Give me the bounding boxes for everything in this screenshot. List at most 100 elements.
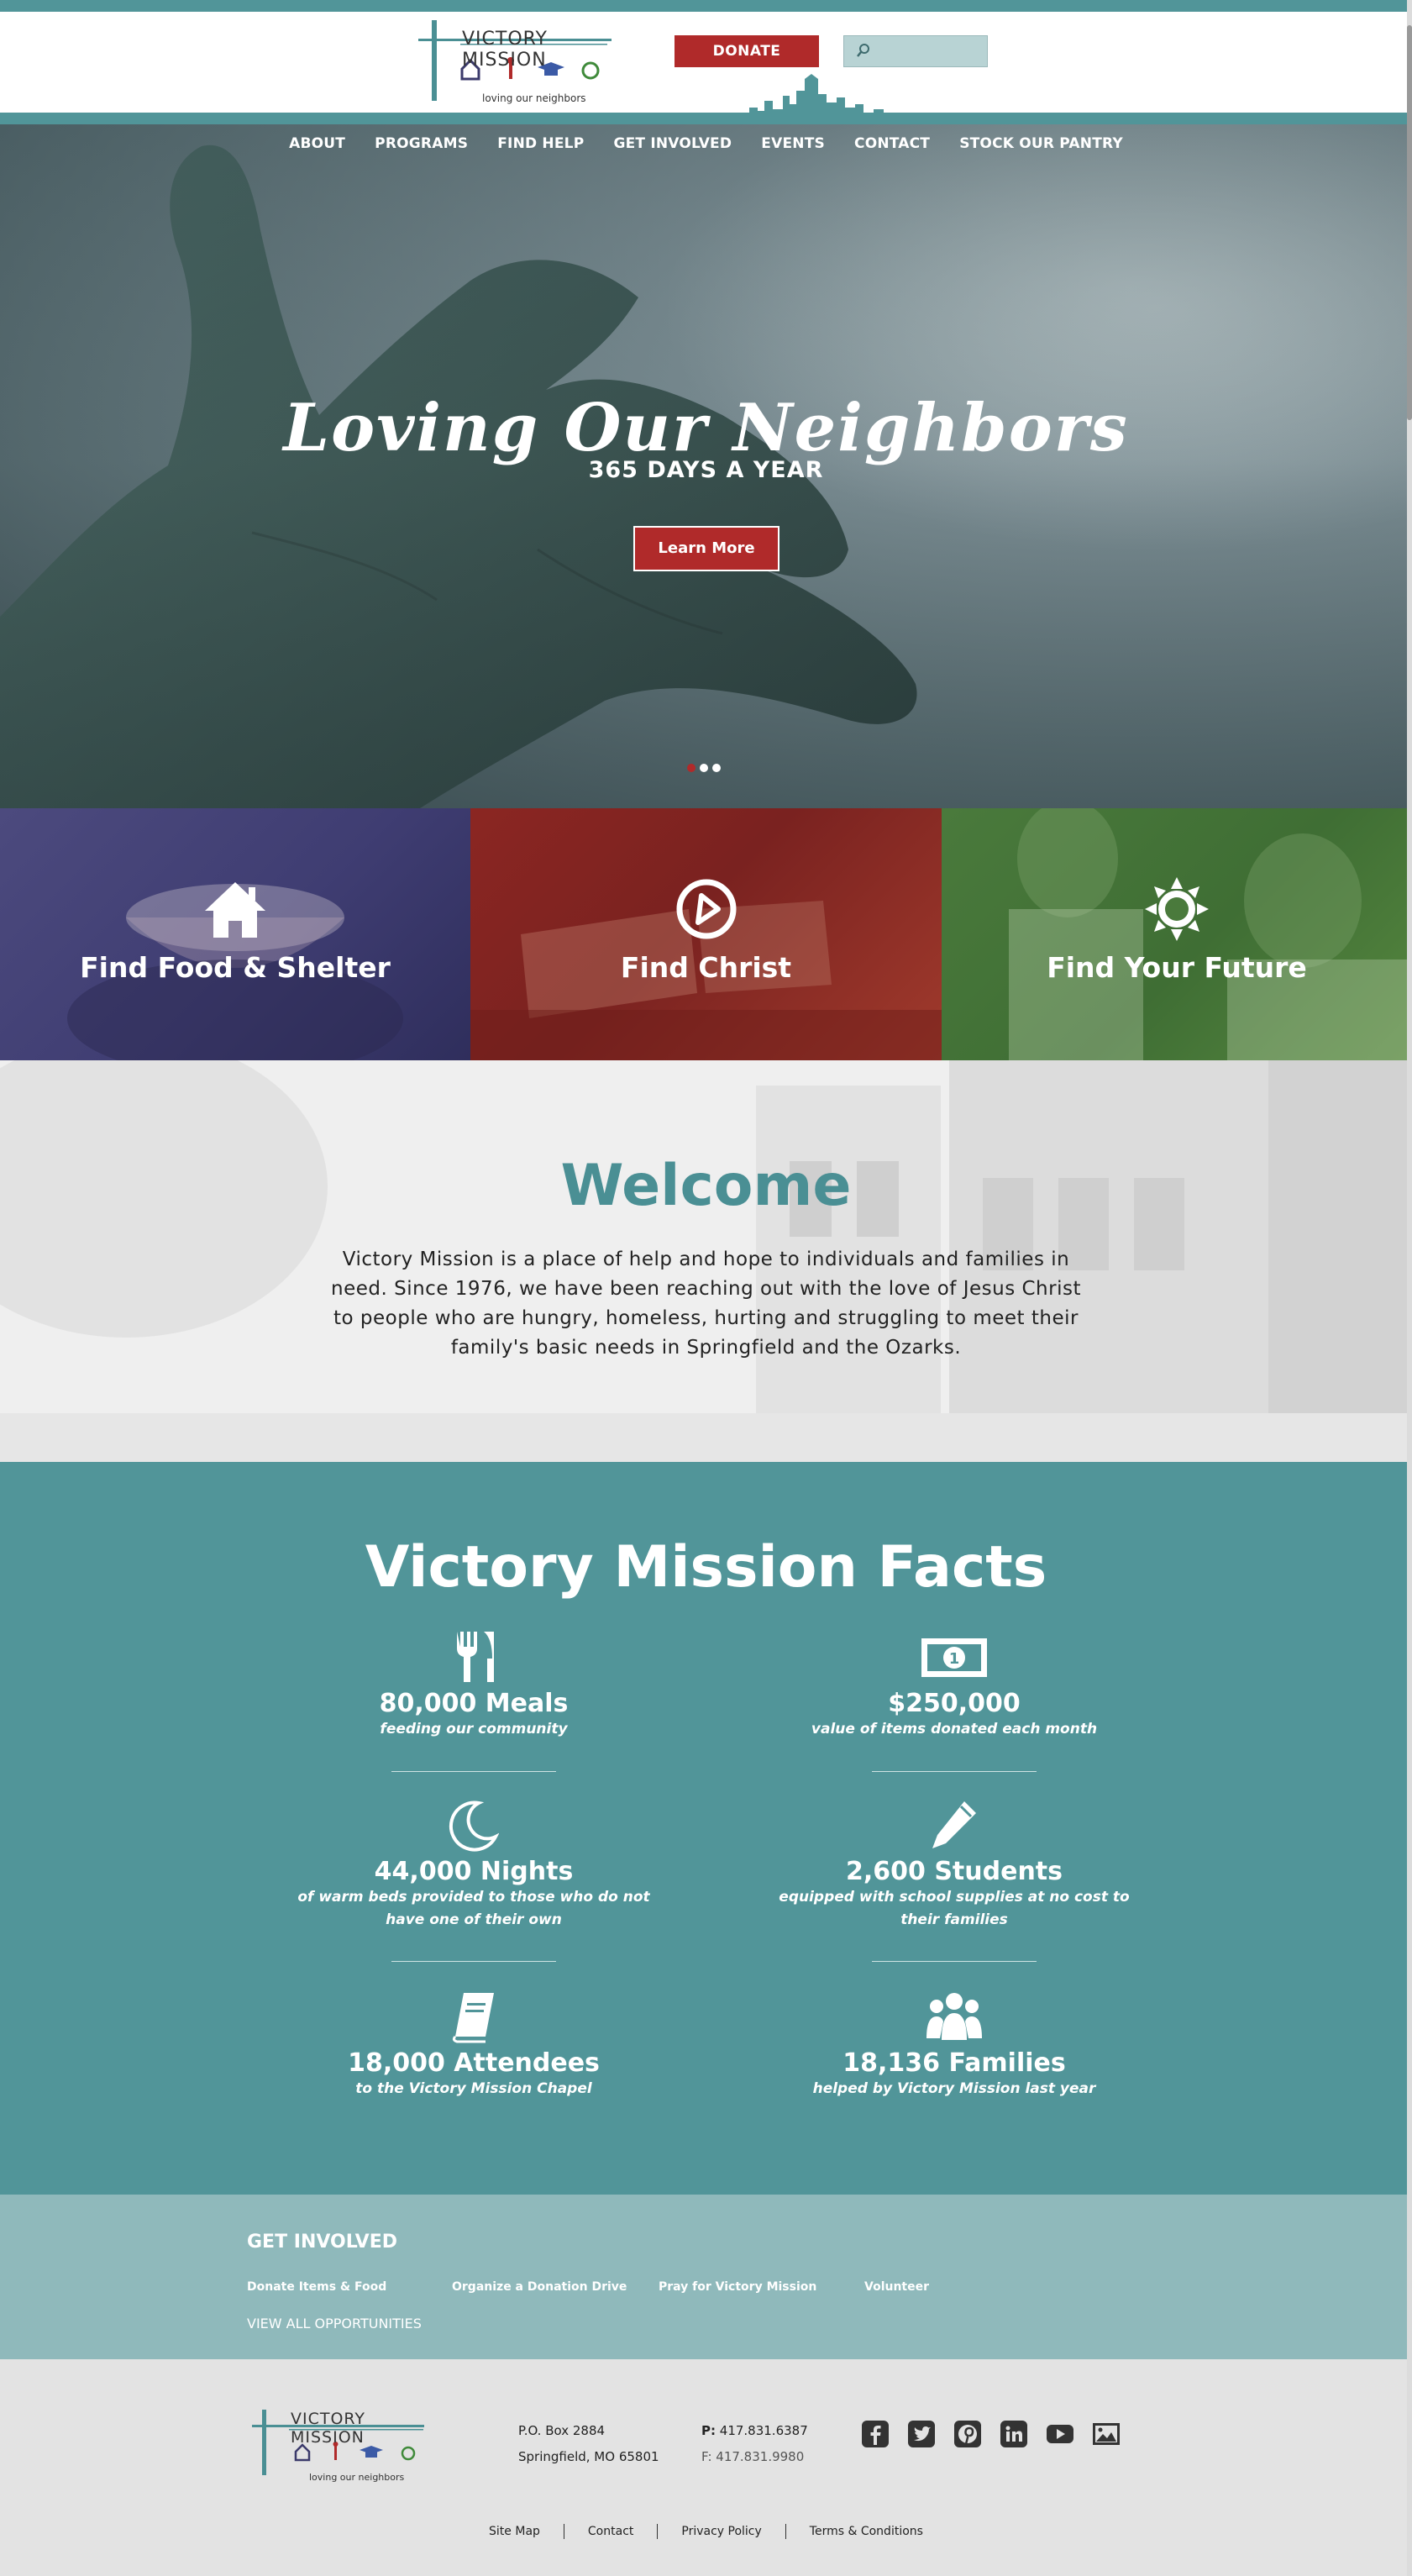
slider-dots (687, 760, 737, 772)
linkedin-icon[interactable] (1000, 2420, 1028, 2448)
pencil-icon (932, 1801, 976, 1848)
feature-tiles: Find Food & Shelter Find Christ Find You… (0, 808, 1412, 1060)
fork-knife-icon (457, 1632, 494, 1682)
fact-number: 80,000 Meals (379, 1689, 569, 1718)
tile-label: Find Your Future (1047, 951, 1307, 984)
fact-divider (391, 1961, 556, 1962)
fact-attendees: 18,000 Attendees to the Victory Mission … (297, 1990, 650, 2100)
tile-find-your-future[interactable]: Find Your Future (942, 808, 1412, 1060)
fact-description: helped by Victory Mission last year (812, 2080, 1096, 2097)
footer-link-contact[interactable]: Contact (564, 2525, 657, 2538)
top-accent-bar (0, 0, 1412, 12)
footer-links: Site Map Contact Privacy Policy Terms & Con… (0, 2524, 1412, 2539)
get-involved-title: GET INVOLVED (247, 2232, 397, 2253)
view-all-opportunities-link[interactable]: VIEW ALL OPPORTUNITIES (247, 2316, 422, 2332)
facts-section: Victory Mission Facts 80,000 Meals feedi… (0, 1462, 1412, 2195)
slider-dot-3[interactable] (712, 764, 721, 772)
fact-divider (872, 1961, 1037, 1962)
link-volunteer[interactable]: Volunteer (864, 2280, 929, 2294)
phone-number[interactable]: 417.831.6387 (720, 2423, 808, 2438)
fact-donations: 1 $250,000 value of items donated each m… (778, 1630, 1131, 1741)
compass-icon (676, 879, 736, 939)
logo-tagline: loving our neighbors (482, 92, 586, 104)
get-involved-section: GET INVOLVED Donate Items & Food Organiz… (0, 2195, 1412, 2359)
fact-meals: 80,000 Meals feeding our community (297, 1630, 650, 1741)
sun-gear-icon (1145, 877, 1209, 941)
welcome-text: Victory Mission is a place of help and h… (331, 1249, 1081, 1359)
footer-logo[interactable]: VICTORY MISSION loving our neighbors (252, 2410, 428, 2485)
fact-families: 18,136 Families helped by Victory Missio… (778, 1990, 1131, 2100)
fact-description: equipped with school supplies at no cost… (779, 1889, 1130, 1928)
link-pray[interactable]: Pray for Victory Mission (659, 2280, 816, 2294)
link-organize-drive[interactable]: Organize a Donation Drive (452, 2280, 627, 2294)
search-icon[interactable] (856, 43, 871, 58)
footer-link-privacy[interactable]: Privacy Policy (658, 2525, 785, 2538)
book-icon (452, 1993, 494, 2043)
fact-students: 2,600 Students equipped with school supp… (778, 1798, 1131, 1932)
link-donate-items[interactable]: Donate Items & Food (247, 2280, 386, 2294)
footer-logo-title: VICTORY MISSION (291, 2410, 366, 2447)
svg-text:1: 1 (949, 1650, 960, 1668)
fact-description: value of items donated each month (811, 1721, 1098, 1737)
fact-divider (872, 1771, 1037, 1772)
scrollbar-thumb[interactable] (1407, 25, 1412, 420)
footer-logo-tagline: loving our neighbors (309, 2472, 405, 2483)
nav-item-events[interactable]: EVENTS (761, 124, 825, 163)
tile-find-christ[interactable]: Find Christ (470, 808, 942, 1060)
footer-phone: P: 417.831.6387 F: 417.831.9980 (701, 2418, 808, 2470)
footer-address: P.O. Box 2884 Springfield, MO 65801 (518, 2418, 659, 2470)
site-header: VICTORY MISSION loving our neighbors DON… (0, 12, 1412, 124)
hero-accent-stripe (0, 113, 1412, 124)
fact-number: 2,600 Students (845, 1857, 1063, 1886)
search-input[interactable] (843, 35, 988, 67)
tile-label: Find Food & Shelter (80, 951, 391, 984)
dollar-bill-icon: 1 (921, 1638, 987, 1677)
nav-item-about[interactable]: ABOUT (289, 124, 345, 163)
footer-link-terms[interactable]: Terms & Conditions (786, 2525, 947, 2538)
phone-label: P: (701, 2423, 716, 2438)
footer-link-site-map[interactable]: Site Map (465, 2525, 564, 2538)
fact-number: $250,000 (888, 1689, 1021, 1718)
facebook-icon[interactable] (861, 2420, 890, 2448)
learn-more-button[interactable]: Learn More (633, 526, 779, 571)
fact-description: of warm beds provided to those who do no… (297, 1889, 650, 1928)
twitter-icon[interactable] (907, 2420, 936, 2448)
fact-description: feeding our community (380, 1721, 568, 1737)
nav-item-get-involved[interactable]: GET INVOLVED (613, 124, 732, 163)
fact-nights: 44,000 Nights of warm beds provided to t… (297, 1798, 650, 1932)
house-icon (205, 882, 265, 938)
slider-dot-2[interactable] (700, 764, 708, 772)
main-nav: ABOUT PROGRAMS FIND HELP GET INVOLVED EV… (0, 124, 1412, 166)
nav-item-stock-our-pantry[interactable]: STOCK OUR PANTRY (959, 124, 1123, 163)
slider-dot-1[interactable] (687, 764, 696, 772)
fact-number: 18,000 Attendees (348, 2048, 600, 2078)
people-icon (926, 1993, 982, 2040)
hero-title: Loving Our Neighbors (283, 390, 1129, 466)
site-footer: VICTORY MISSION loving our neighbors P.O… (0, 2359, 1412, 2576)
logo-title: VICTORY MISSION (462, 29, 548, 71)
nav-item-contact[interactable]: CONTACT (854, 124, 930, 163)
fact-divider (391, 1771, 556, 1772)
gallery-icon[interactable] (1092, 2420, 1121, 2448)
fact-number: 44,000 Nights (374, 1857, 574, 1886)
nav-item-programs[interactable]: PROGRAMS (375, 124, 468, 163)
hero-slider: ABOUT PROGRAMS FIND HELP GET INVOLVED EV… (0, 113, 1412, 808)
moon-icon (449, 1801, 499, 1852)
fact-description: to the Victory Mission Chapel (355, 2080, 592, 2097)
site-logo[interactable]: VICTORY MISSION loving our neighbors (418, 20, 612, 104)
address-line-1: P.O. Box 2884 (518, 2423, 606, 2438)
facts-title: Victory Mission Facts (365, 1534, 1047, 1601)
page-scrollbar[interactable] (1407, 0, 1412, 2576)
pinterest-icon[interactable] (953, 2420, 982, 2448)
youtube-icon[interactable] (1046, 2420, 1074, 2448)
tile-find-food-shelter[interactable]: Find Food & Shelter (0, 808, 470, 1060)
welcome-section: Welcome Victory Mission is a place of he… (0, 1060, 1412, 1462)
tile-label: Find Christ (620, 951, 792, 984)
nav-item-find-help[interactable]: FIND HELP (497, 124, 584, 163)
donate-button[interactable]: DONATE (675, 35, 819, 67)
fax-number: F: 417.831.9980 (701, 2449, 805, 2464)
fact-number: 18,136 Families (842, 2048, 1066, 2078)
welcome-title: Welcome (560, 1153, 852, 1219)
address-line-2: Springfield, MO 65801 (518, 2449, 659, 2464)
social-links (861, 2420, 1134, 2450)
